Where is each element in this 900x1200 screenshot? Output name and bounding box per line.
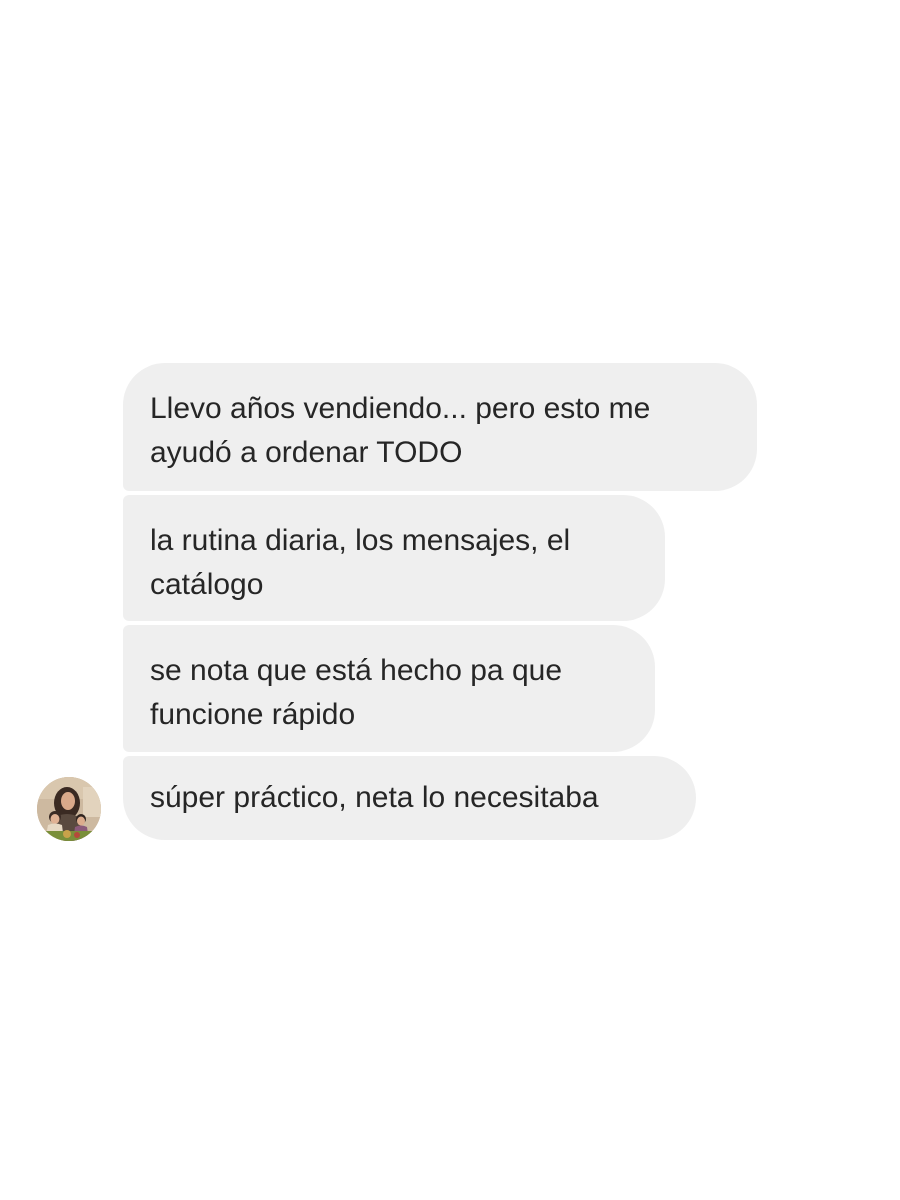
message-text-line: catálogo [150,568,264,601]
message-text-line: funcione rápido [150,698,356,731]
message-bubble[interactable]: Llevo años vendiendo... pero esto me ayu… [123,363,757,491]
message-bubble[interactable]: la rutina diaria, los mensajes, el catál… [123,495,665,621]
message-text-line: se nota que está hecho pa que [150,654,563,687]
message-thread: Llevo años vendiendo... pero esto me ayu… [0,0,900,1200]
contact-avatar[interactable] [37,777,101,841]
message-text-line: la rutina diaria, los mensajes, el [150,524,571,557]
avatar-photo-icon [37,777,101,841]
message-bubble[interactable]: súper práctico, neta lo necesitaba [123,756,696,840]
message-bubble[interactable]: se nota que está hecho pa que funcione r… [123,625,655,752]
message-text-line: ayudó a ordenar TODO [150,436,463,469]
message-text-line: súper práctico, neta lo necesitaba [150,781,599,814]
message-text-line: Llevo años vendiendo... pero esto me [150,392,651,425]
